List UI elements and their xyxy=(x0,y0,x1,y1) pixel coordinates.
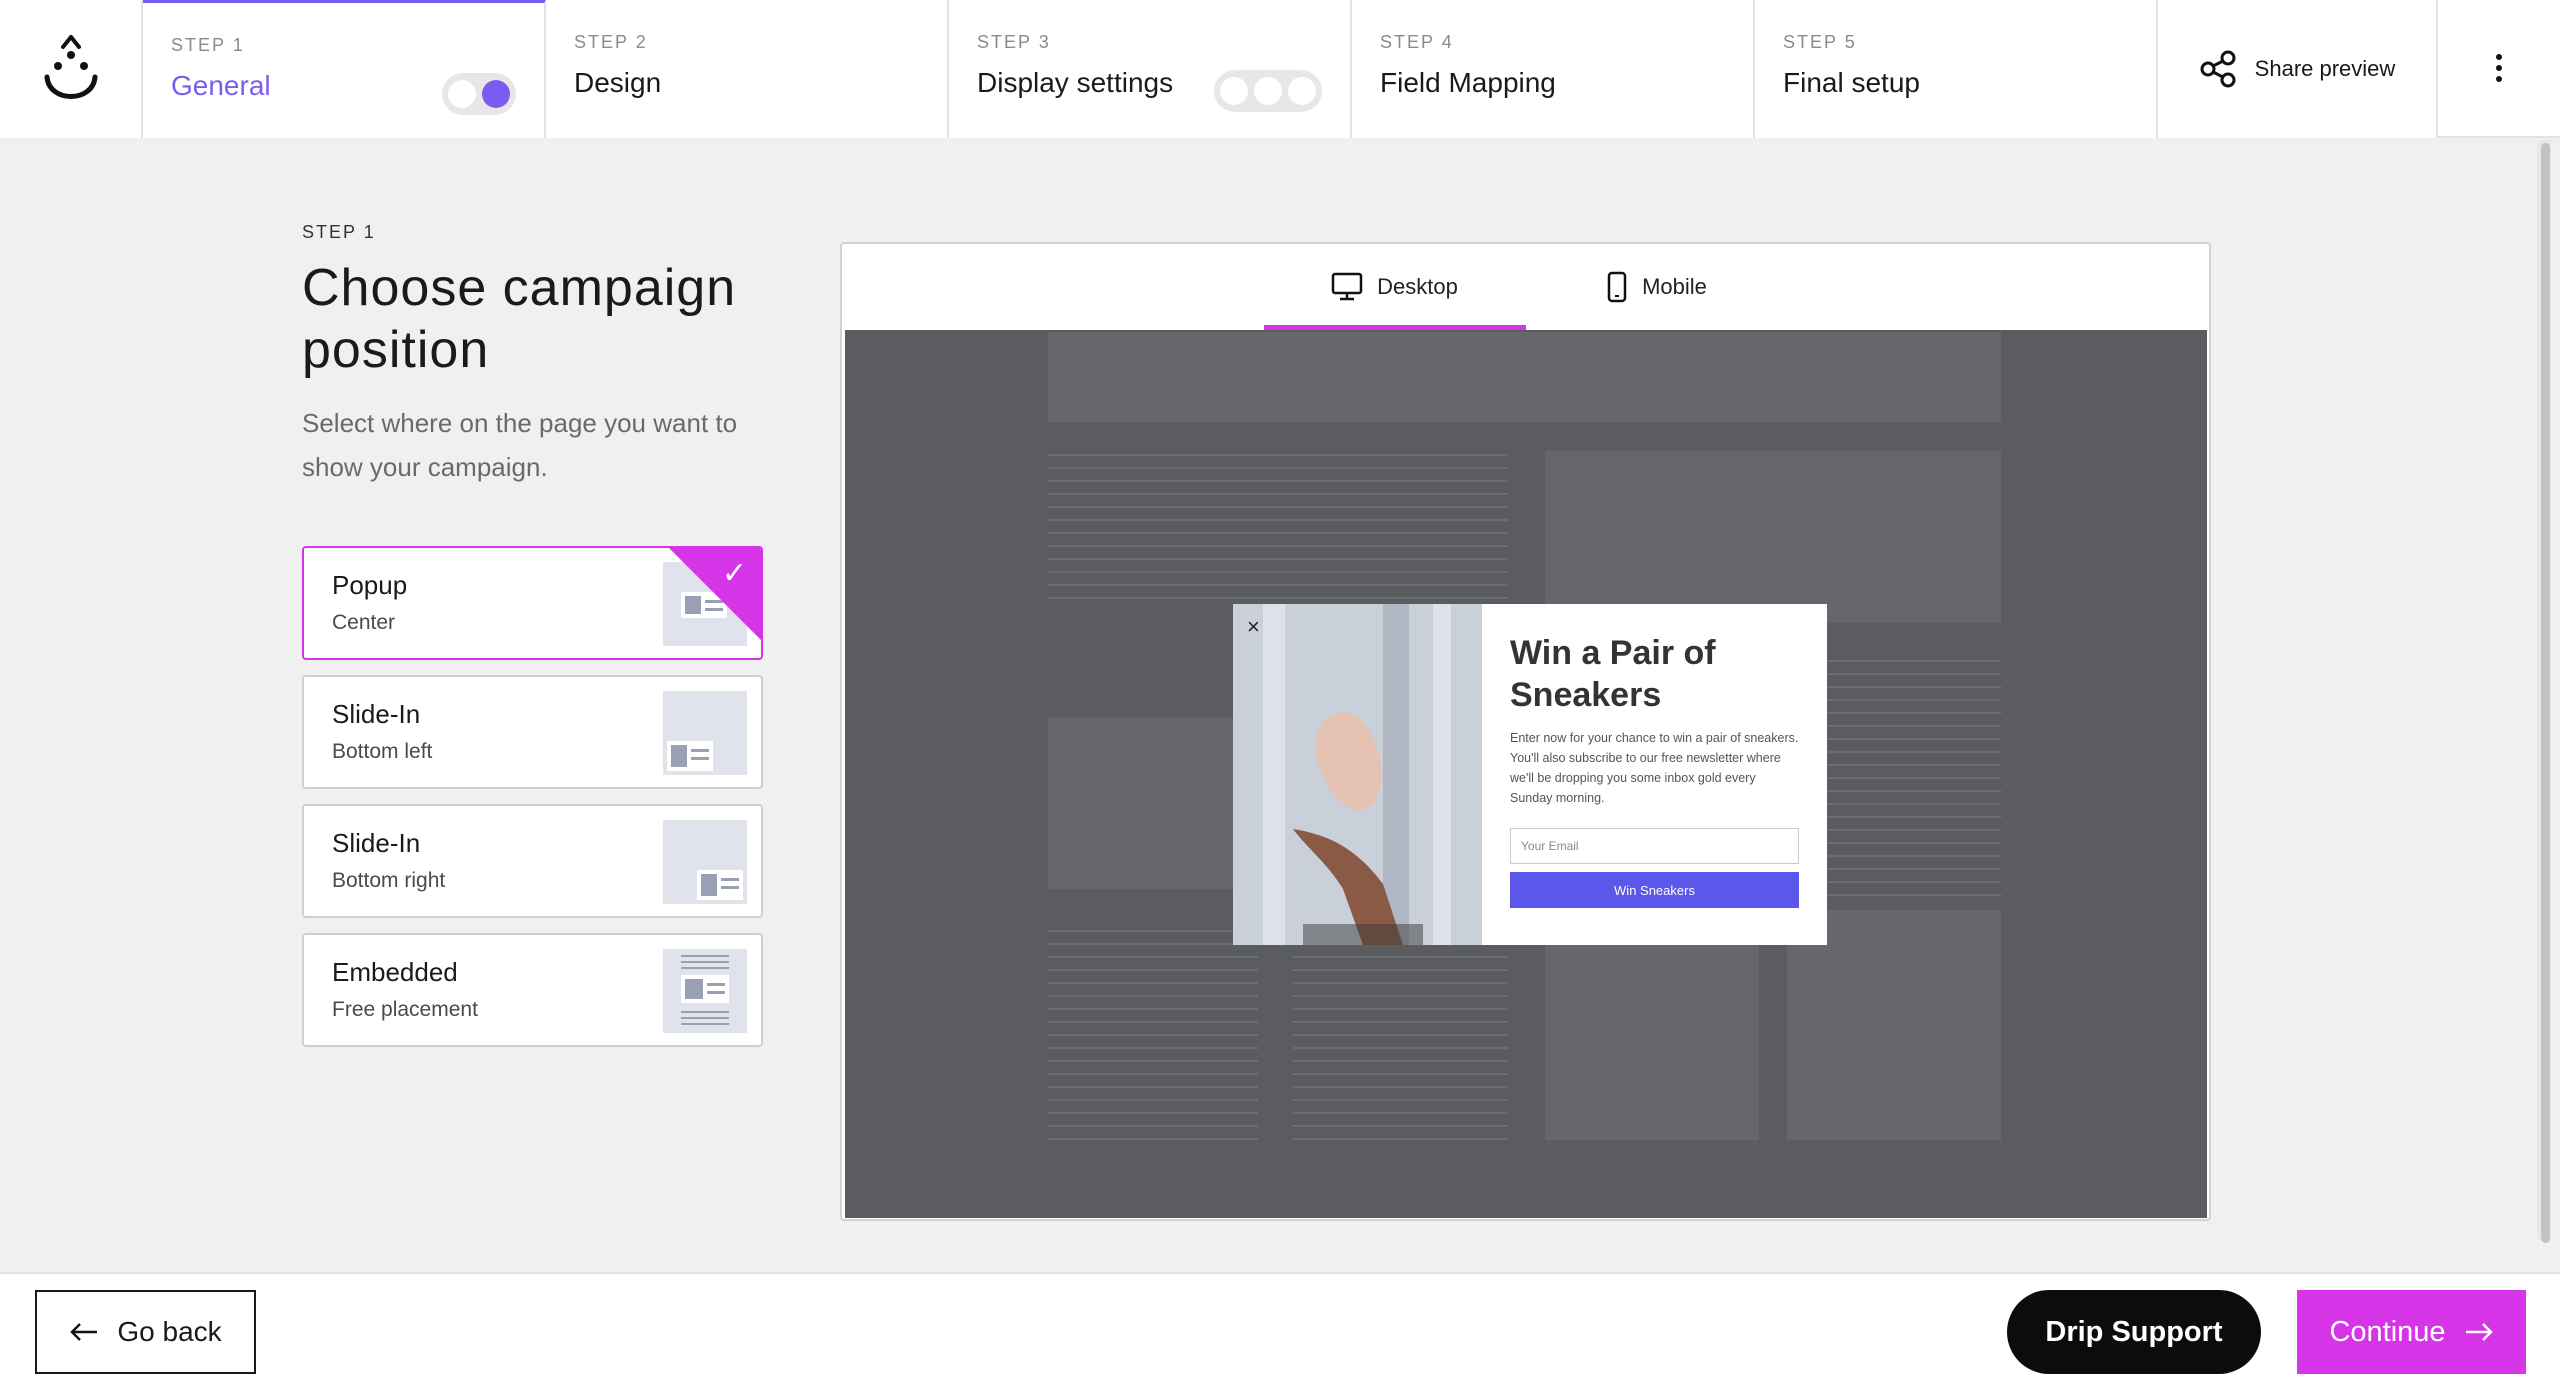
monitor-icon xyxy=(1331,272,1363,301)
wizard-step-nav: STEP 1 General STEP 2 Design STEP 3 Disp… xyxy=(0,0,2560,138)
drip-logo[interactable] xyxy=(0,0,143,138)
step-number: STEP 1 xyxy=(171,35,245,55)
campaign-preview: Desktop Mobile × Win a Pair of Sneakers … xyxy=(840,242,2211,1221)
share-preview-button[interactable]: Share preview xyxy=(2158,0,2438,138)
step-number: STEP 4 xyxy=(1380,32,1454,52)
email-field[interactable]: Your Email xyxy=(1510,828,1799,864)
win-sneakers-button[interactable]: Win Sneakers xyxy=(1510,872,1799,908)
embedded-thumbnail xyxy=(663,949,747,1033)
drip-support-button[interactable]: Drip Support xyxy=(2007,1290,2261,1374)
footer-bar: Go back Drip Support Continue xyxy=(0,1272,2560,1386)
scrollbar-thumb[interactable] xyxy=(2541,143,2550,1243)
placeholder-text-lines xyxy=(1048,454,1508,604)
tab-step-display-settings[interactable]: STEP 3 Display settings xyxy=(949,0,1352,138)
tab-step-design[interactable]: STEP 2 Design xyxy=(546,0,949,138)
step-label: Design xyxy=(574,67,662,98)
step-eyebrow: STEP 1 xyxy=(302,222,376,242)
option-embedded[interactable]: Embedded Free placement xyxy=(302,933,763,1047)
progress-dot xyxy=(1220,77,1248,105)
option-slide-in-bottom-left[interactable]: Slide-In Bottom left xyxy=(302,675,763,789)
slide-in-left-thumbnail xyxy=(663,691,747,775)
placeholder-text-lines xyxy=(1048,930,1258,1140)
tab-mobile[interactable]: Mobile xyxy=(1526,244,1788,330)
arrow-left-icon xyxy=(70,1323,98,1341)
progress-dot xyxy=(1288,77,1316,105)
step-progress-toggle xyxy=(1214,70,1322,112)
more-menu-button[interactable] xyxy=(2438,0,2560,136)
share-icon xyxy=(2200,50,2236,88)
step-label: Final setup xyxy=(1783,67,1920,98)
position-panel: STEP 1 Choose campaign position Select w… xyxy=(302,222,762,489)
step-number: STEP 5 xyxy=(1783,32,1857,52)
go-back-button[interactable]: Go back xyxy=(35,1290,256,1374)
tab-label: Desktop xyxy=(1377,274,1458,299)
option-slide-in-bottom-right[interactable]: Slide-In Bottom right xyxy=(302,804,763,918)
page-subtitle: Select where on the page you want to sho… xyxy=(302,408,738,482)
tab-step-general[interactable]: STEP 1 General xyxy=(143,0,546,138)
selected-corner xyxy=(669,548,761,640)
step-number: STEP 3 xyxy=(977,32,1051,52)
go-back-label: Go back xyxy=(117,1316,222,1347)
slide-in-right-thumbnail xyxy=(663,820,747,904)
check-icon: ✓ xyxy=(721,556,747,591)
continue-button[interactable]: Continue xyxy=(2297,1290,2526,1374)
progress-dot xyxy=(1254,77,1282,105)
placeholder-header xyxy=(1048,332,2001,422)
device-tabs: Desktop Mobile xyxy=(842,244,2209,330)
progress-dot xyxy=(448,80,476,108)
vertical-dots-icon xyxy=(2496,54,2502,82)
sneaker-photo xyxy=(1233,604,1482,945)
popup-body: Win a Pair of Sneakers Enter now for you… xyxy=(1482,604,1827,945)
arrow-right-icon xyxy=(2465,1323,2493,1341)
popup-close-button[interactable]: × xyxy=(1247,614,1260,640)
continue-label: Continue xyxy=(2329,1315,2446,1348)
tab-desktop[interactable]: Desktop xyxy=(1263,244,1526,330)
page-title: Choose campaign position xyxy=(302,259,737,379)
option-popup-center[interactable]: Popup Center ✓ xyxy=(302,546,763,660)
popup-campaign: × Win a Pair of Sneakers Enter now for y… xyxy=(1233,604,1827,945)
tab-step-field-mapping[interactable]: STEP 4 Field Mapping xyxy=(1352,0,1755,138)
share-preview-label: Share preview xyxy=(2254,56,2396,81)
desktop-preview-canvas: × Win a Pair of Sneakers Enter now for y… xyxy=(845,330,2207,1218)
phone-icon xyxy=(1607,271,1627,303)
step-label: Field Mapping xyxy=(1380,67,1556,98)
tab-step-final-setup[interactable]: STEP 5 Final setup xyxy=(1755,0,2158,138)
drip-smile-logo-icon xyxy=(44,35,97,99)
popup-title: Win a Pair of Sneakers xyxy=(1510,634,1716,714)
step-progress-toggle xyxy=(442,73,516,115)
placeholder-text-lines xyxy=(1293,930,1508,1140)
placeholder-image xyxy=(1545,451,2001,623)
tab-label: Mobile xyxy=(1642,274,1707,299)
progress-dot-active xyxy=(482,80,510,108)
popup-description: Enter now for your chance to win a pair … xyxy=(1510,731,1799,805)
sneaker-image: × xyxy=(1233,604,1482,945)
step-number: STEP 2 xyxy=(574,32,648,52)
